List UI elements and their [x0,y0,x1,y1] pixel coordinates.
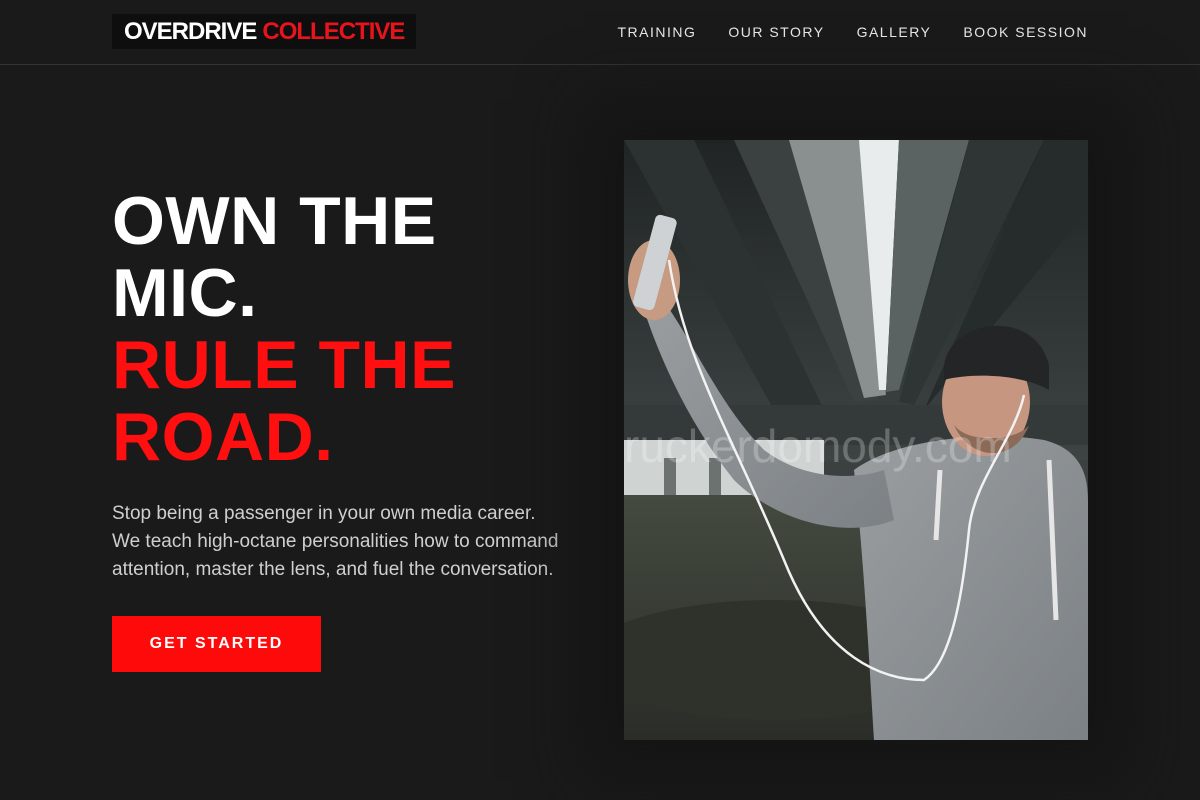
logo[interactable]: OVERDRIVE COLLECTIVE [112,14,417,49]
hero-photo: ruckerdomody.com [624,140,1088,740]
hero-section: OWN THE MIC. RULE THE ROAD. Stop being a… [112,185,572,672]
hero-headline: OWN THE MIC. RULE THE ROAD. [112,185,572,473]
main-nav: TRAINING OUR STORY GALLERY BOOK SESSION [617,0,1088,64]
headline-line-4: ROAD. [112,399,334,475]
photo-watermark: ruckerdomody.com [624,420,1012,472]
nav-link-training[interactable]: TRAINING [617,24,696,40]
site-header: OVERDRIVE COLLECTIVE TRAINING OUR STORY … [0,0,1200,65]
headline-line-3: RULE THE [112,327,456,403]
hero-subtext: Stop being a passenger in your own media… [112,503,559,580]
headline-line-1: OWN THE [112,183,437,259]
logo-accent-text: COLLECTIVE [262,17,405,45]
nav-link-gallery[interactable]: GALLERY [857,24,932,40]
nav-link-book-session[interactable]: BOOK SESSION [963,24,1088,40]
logo-primary-text: OVERDRIVE [124,17,257,45]
get-started-button[interactable]: GET STARTED [112,616,321,672]
headline-line-2: MIC. [112,255,258,331]
nav-link-our-story[interactable]: OUR STORY [728,24,824,40]
